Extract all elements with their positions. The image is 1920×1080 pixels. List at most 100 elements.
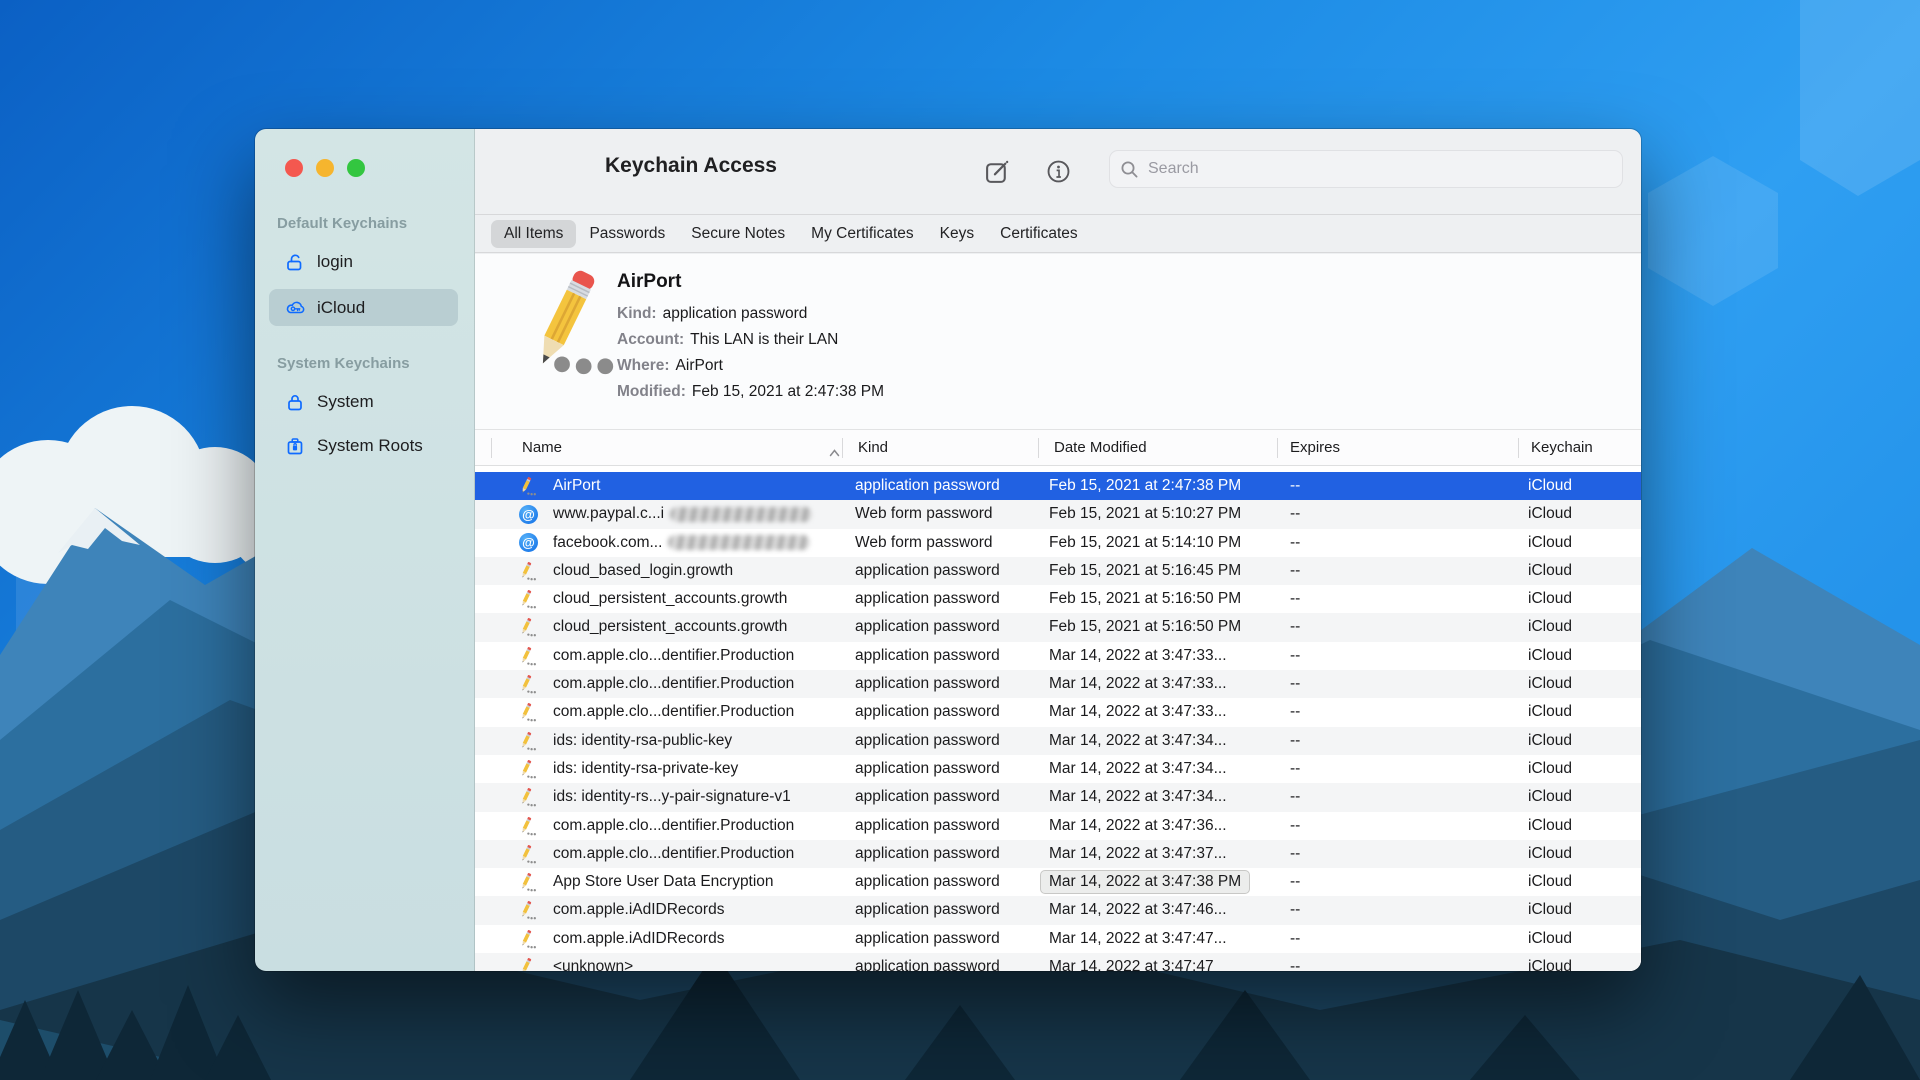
- table-row[interactable]: com.apple.clo...dentifier.Productionappl…: [475, 698, 1641, 726]
- date-modified-cell: Mar 14, 2022 at 3:47:46...: [1049, 896, 1227, 924]
- table-row[interactable]: cloud_persistent_accounts.growthapplicat…: [475, 613, 1641, 641]
- locked-padlock-icon: [285, 392, 307, 412]
- keychain-cell: iCloud: [1528, 812, 1572, 840]
- detail-field-label: Where:: [617, 357, 670, 374]
- table-row[interactable]: cloud_based_login.growthapplication pass…: [475, 557, 1641, 585]
- sidebar-item-system[interactable]: System: [269, 384, 458, 420]
- date-modified-cell: Mar 14, 2022 at 3:47:33...: [1049, 670, 1227, 698]
- keychain-cell: iCloud: [1528, 896, 1572, 924]
- table-row[interactable]: cloud_persistent_accounts.growthapplicat…: [475, 585, 1641, 613]
- kind-cell: application password: [855, 896, 1000, 924]
- expires-cell: --: [1290, 472, 1300, 500]
- table-row[interactable]: com.apple.clo...dentifier.Production appl…: [475, 670, 1641, 698]
- expires-cell: --: [1290, 896, 1300, 924]
- search-field[interactable]: [1109, 150, 1623, 188]
- item-name: facebook.com...: [553, 534, 662, 551]
- item-name: com.apple.clo...dentifier.Production: [553, 647, 794, 664]
- item-name: ids: identity-rs...y-pair-signature-v1: [553, 788, 791, 805]
- expires-cell: --: [1290, 698, 1300, 726]
- table-row[interactable]: AirPortapplication passwordFeb 15, 2021 …: [475, 472, 1641, 500]
- table-row[interactable]: com.apple.iAdIDRecordsapplication passwo…: [475, 925, 1641, 953]
- name-cell: com.apple.clo...dentifier.Production: [519, 642, 794, 670]
- table-row[interactable]: @www.paypal.c...iWeb form passwordFeb 15…: [475, 500, 1641, 528]
- sort-ascending-icon: [829, 444, 840, 462]
- pencil-dots-icon: [517, 731, 539, 751]
- expires-cell: --: [1290, 585, 1300, 613]
- keychain-cell: iCloud: [1528, 783, 1572, 811]
- keychain-cell: iCloud: [1528, 925, 1572, 953]
- expires-cell: --: [1290, 868, 1300, 896]
- tab-secure-notes[interactable]: Secure Notes: [678, 220, 798, 248]
- pencil-dots-icon: [517, 844, 539, 864]
- table-row[interactable]: com.apple.clo...dentifier.Productionappl…: [475, 840, 1641, 868]
- pencil-dots-icon: [517, 759, 539, 779]
- info-icon[interactable]: [1044, 158, 1072, 186]
- table-row[interactable]: App Store User Data Encryptionapplicatio…: [475, 868, 1641, 896]
- table-row[interactable]: <unknown>application passwordMar 14, 202…: [475, 953, 1641, 971]
- column-header-expires[interactable]: Expires: [1290, 430, 1340, 466]
- keychain-cell: iCloud: [1528, 585, 1572, 613]
- keychain-access-window: Default KeychainsloginiCloudSystem Keych…: [255, 129, 1641, 971]
- pencil-dots-icon: [517, 900, 539, 920]
- name-cell: com.apple.clo...dentifier.Production: [519, 670, 794, 698]
- expires-cell: --: [1290, 670, 1300, 698]
- table-row[interactable]: com.apple.clo...dentifier.Productionappl…: [475, 812, 1641, 840]
- detail-title: AirPort: [617, 271, 681, 293]
- column-header-date-modified[interactable]: Date Modified: [1054, 430, 1147, 466]
- item-name: www.paypal.c...i: [553, 505, 664, 522]
- zoom-button[interactable]: [347, 159, 365, 177]
- table-row[interactable]: @facebook.com...Web form passwordFeb 15,…: [475, 529, 1641, 557]
- kind-cell: application password: [855, 670, 1000, 698]
- compose-icon[interactable]: [983, 158, 1011, 186]
- desktop: Default KeychainsloginiCloudSystem Keych…: [0, 0, 1920, 1080]
- item-name: com.apple.clo...dentifier.Production: [553, 675, 794, 692]
- date-modified-cell: Mar 14, 2022 at 3:47:36...: [1049, 812, 1227, 840]
- expires-cell: --: [1290, 727, 1300, 755]
- keychain-cell: iCloud: [1528, 529, 1572, 557]
- minimize-button[interactable]: [316, 159, 334, 177]
- sidebar-item-icloud[interactable]: iCloud: [269, 289, 458, 326]
- table-row[interactable]: com.apple.iAdIDRecordsapplication passwo…: [475, 896, 1641, 924]
- name-cell: @ www.paypal.c...i: [519, 500, 812, 528]
- at-sign-icon: @: [519, 533, 538, 552]
- redacted-account-text: [670, 507, 812, 522]
- date-modified-cell: Mar 14, 2022 at 3:47:47...: [1049, 925, 1227, 953]
- category-tabs: All ItemsPasswordsSecure NotesMy Certifi…: [475, 214, 1641, 253]
- window-title: Keychain Access: [605, 154, 777, 178]
- detail-field-value: Feb 15, 2021 at 2:47:38 PM: [692, 383, 884, 400]
- keychain-cell: iCloud: [1528, 472, 1572, 500]
- tab-keys[interactable]: Keys: [927, 220, 987, 248]
- tab-my-certificates[interactable]: My Certificates: [798, 220, 927, 248]
- column-header-name[interactable]: Name: [522, 430, 562, 466]
- detail-field-value: application password: [663, 305, 808, 322]
- table-row[interactable]: ids: identity-rs...y-pair-signature-v1ap…: [475, 783, 1641, 811]
- pencil-dots-icon: [505, 266, 623, 384]
- item-name: cloud_persistent_accounts.growth: [553, 618, 787, 635]
- tab-certificates[interactable]: Certificates: [987, 220, 1091, 248]
- close-button[interactable]: [285, 159, 303, 177]
- tab-passwords[interactable]: Passwords: [576, 220, 678, 248]
- search-input[interactable]: [1146, 159, 1612, 179]
- column-header-keychain[interactable]: Keychain: [1531, 430, 1593, 466]
- table-row[interactable]: com.apple.clo...dentifier.Productionappl…: [475, 642, 1641, 670]
- detail-field-label: Kind:: [617, 305, 657, 322]
- column-header-kind[interactable]: Kind: [858, 430, 888, 466]
- detail-field: Kind: application password: [617, 301, 884, 327]
- sidebar-item-login[interactable]: login: [269, 244, 458, 280]
- cloud-key-icon: [285, 298, 307, 318]
- pencil-dots-icon: [517, 674, 539, 694]
- date-modified-cell: Mar 14, 2022 at 3:47:37...: [1049, 840, 1227, 868]
- at-sign-icon: @: [519, 505, 538, 524]
- pencil-dots-icon: [517, 957, 539, 971]
- keychain-cell: iCloud: [1528, 755, 1572, 783]
- table-row[interactable]: ids: identity-rsa-public-keyapplication …: [475, 727, 1641, 755]
- tab-all-items[interactable]: All Items: [491, 220, 576, 248]
- sidebar-item-system-roots[interactable]: System Roots: [269, 428, 458, 464]
- name-cell: ids: identity-rsa-public-key: [519, 727, 732, 755]
- kind-cell: Web form password: [855, 529, 993, 557]
- item-name: AirPort: [553, 477, 600, 494]
- table-row[interactable]: ids: identity-rsa-private-keyapplication…: [475, 755, 1641, 783]
- expires-cell: --: [1290, 953, 1300, 971]
- kind-cell: Web form password: [855, 500, 993, 528]
- expires-cell: --: [1290, 812, 1300, 840]
